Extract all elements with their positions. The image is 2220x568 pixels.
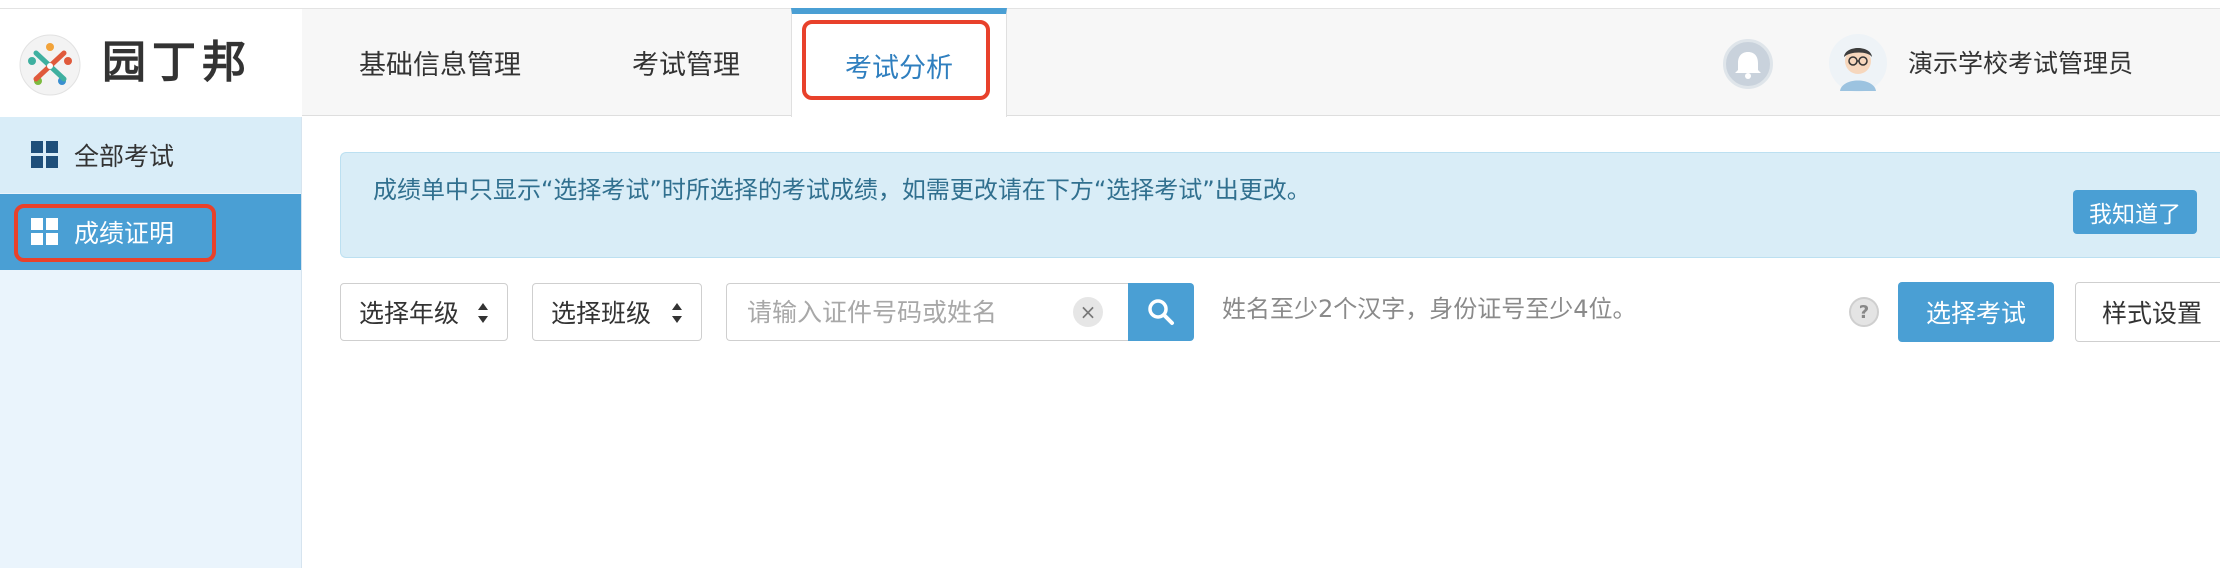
user-name[interactable]: 演示学校考试管理员 (1908, 47, 2133, 81)
grade-select[interactable]: 选择年级 (340, 283, 508, 341)
class-select[interactable]: 选择班级 (532, 283, 702, 341)
top-bar: 园丁邦 基础信息管理 考试管理 考试分析 演示学校考试管理员 (0, 8, 2220, 117)
search-input[interactable] (726, 283, 1128, 341)
avatar[interactable] (1828, 33, 1888, 93)
sidebar-item-label: 成绩证明 (74, 219, 175, 248)
notice-alert: 成绩单中只显示“选择考试”时所选择的考试成绩，如需更改请在下方“选择考试”出更改… (340, 152, 2220, 258)
class-select-value: 选择班级 (551, 299, 652, 328)
notice-text: 成绩单中只显示“选择考试”时所选择的考试成绩，如需更改请在下方“选择考试”出更改… (373, 176, 1311, 204)
grid-icon (31, 141, 58, 168)
grade-select-value: 选择年级 (359, 299, 460, 328)
logo-area[interactable]: 园丁邦 (0, 9, 302, 116)
acknowledge-button[interactable]: 我知道了 (2073, 190, 2197, 234)
clear-icon[interactable]: × (1073, 297, 1103, 327)
tab-basic-info[interactable]: 基础信息管理 (322, 9, 558, 116)
app-root: 园丁邦 基础信息管理 考试管理 考试分析 演示学校考试管理员 全部考试 成绩证明… (0, 0, 2220, 568)
search-icon (1148, 299, 1174, 325)
search-button[interactable] (1128, 283, 1194, 341)
tab-exam-management[interactable]: 考试管理 (598, 9, 774, 116)
select-exam-button[interactable]: 选择考试 (1898, 282, 2054, 342)
tab-exam-analysis[interactable]: 考试分析 (791, 8, 1007, 117)
sort-caret-icon (478, 303, 488, 323)
search-hint: 姓名至少2个汉字，身份证号至少4位。 (1222, 295, 1637, 323)
style-settings-button[interactable]: 样式设置 (2075, 282, 2220, 342)
sort-caret-icon (672, 303, 682, 323)
bell-icon[interactable] (1723, 39, 1773, 89)
sidebar-item-all-exams[interactable]: 全部考试 (0, 117, 301, 193)
sidebar-item-label: 全部考试 (74, 142, 175, 171)
sidebar: 全部考试 成绩证明 (0, 117, 302, 568)
help-icon[interactable]: ? (1849, 297, 1879, 327)
brand-name: 园丁邦 (102, 37, 252, 88)
grid-icon (31, 218, 58, 245)
sidebar-item-score-certificate[interactable]: 成绩证明 (0, 194, 301, 270)
logo-icon (19, 34, 81, 96)
